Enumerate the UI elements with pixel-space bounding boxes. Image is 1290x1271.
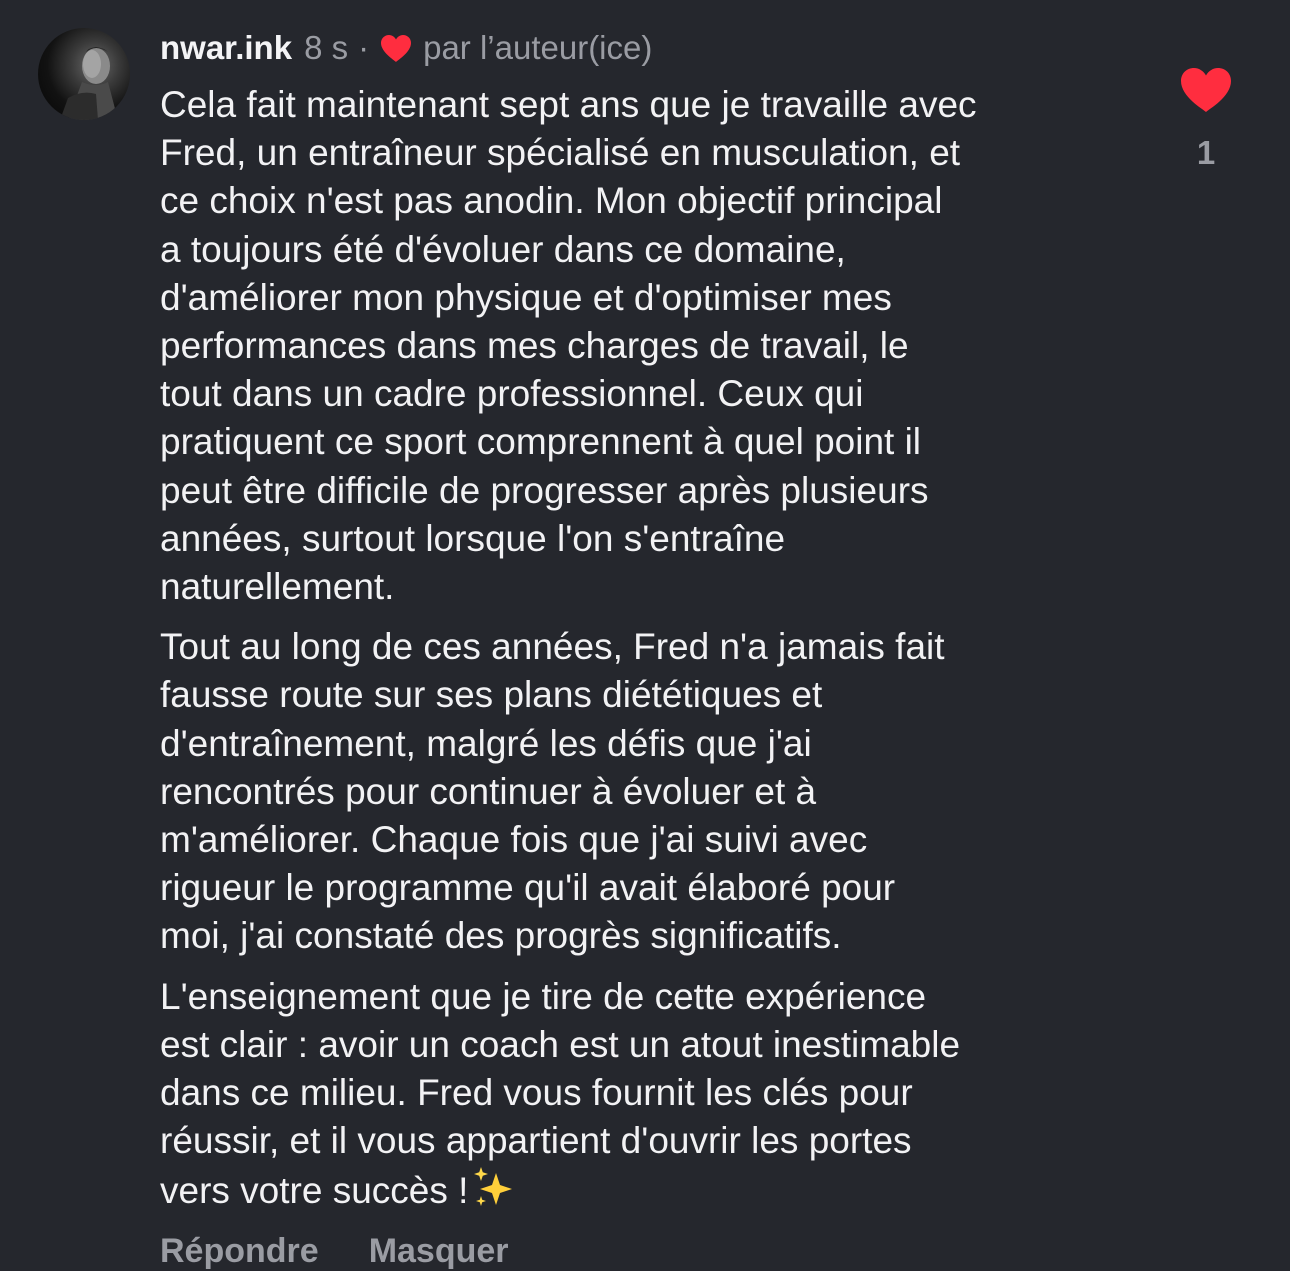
comment-paragraph-3: L'enseignement que je tire de cette expé… [160,973,1140,1216]
avatar[interactable] [38,28,130,120]
username[interactable]: nwar.ink [160,29,292,67]
like-count: 1 [1196,134,1216,171]
comment-body: Cela fait maintenant sept ans que je tra… [160,81,1140,1228]
comment-paragraph-1: Cela fait maintenant sept ans que je tra… [160,84,977,608]
avatar-portrait [60,47,118,120]
comment-actions: Répondre Masquer [160,1232,509,1271]
separator-dot: · [358,29,370,66]
like-heart-icon[interactable] [1178,66,1234,114]
hide-button[interactable]: Masquer [369,1232,509,1271]
like-column: 1 [1178,66,1234,172]
comment-header: nwar.ink 8 s · par l’auteur(ice) [160,24,652,72]
author-heart-icon [381,35,412,62]
comment-paragraph-2: Tout au long de ces années, Fred n'a jam… [160,626,945,957]
author-like-label: par l’auteur(ice) [423,29,653,66]
timestamp: 8 s [304,29,349,66]
comment-paragraph-3-text: L'enseignement que je tire de cette expé… [160,975,961,1212]
sparkles-icon [474,1167,513,1207]
reply-button[interactable]: Répondre [160,1232,319,1271]
comment: nwar.ink 8 s · par l’auteur(ice) Cela fa… [0,0,1290,1271]
